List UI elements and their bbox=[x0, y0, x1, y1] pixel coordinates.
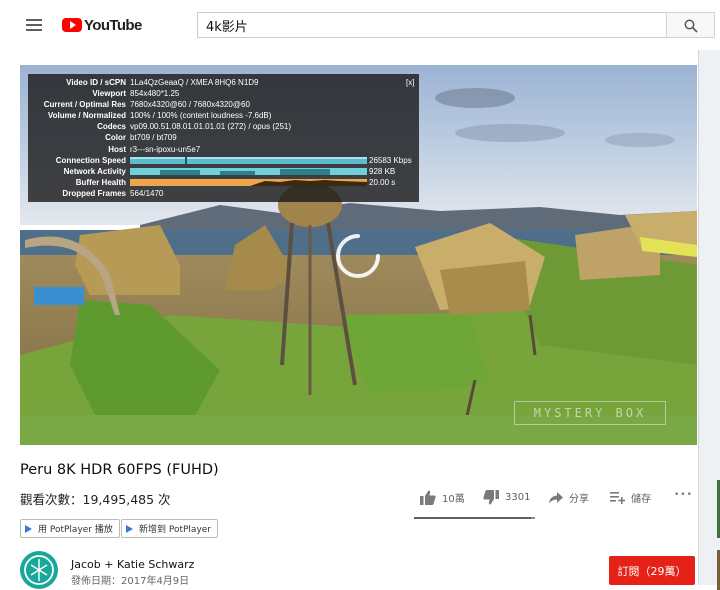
stats-label: Current / Optimal Res bbox=[43, 100, 126, 110]
play-with-potplayer-button[interactable]: 用 PotPlayer 播放 bbox=[20, 519, 120, 538]
add-to-potplayer-label: 新增到 PotPlayer bbox=[139, 525, 212, 535]
stats-value: vp09.00.51.08.01.01.01.01 (272) / opus (… bbox=[130, 122, 292, 132]
stats-label: Network Activity bbox=[63, 166, 126, 176]
stats-label: Video ID / sCPN bbox=[66, 78, 126, 87]
share-button[interactable]: 分享 bbox=[549, 490, 589, 505]
masthead: YouTube bbox=[0, 0, 720, 50]
stats-value: 564/1470 bbox=[130, 188, 164, 198]
more-actions-button[interactable]: ••• bbox=[674, 490, 693, 500]
search-input[interactable] bbox=[197, 12, 666, 38]
video-player[interactable]: [x] Video ID / sCPN 1La4QzGeaaQ / XMEA 8H… bbox=[20, 65, 697, 445]
play-triangle-icon bbox=[25, 524, 32, 533]
logo-text: YouTube bbox=[84, 16, 142, 34]
play-triangle-icon bbox=[126, 524, 133, 533]
more-icon: ••• bbox=[674, 490, 693, 500]
stats-value: 928 KB bbox=[369, 166, 396, 176]
save-label: 儲存 bbox=[631, 494, 651, 505]
thumbs-down-icon bbox=[483, 490, 499, 505]
youtube-logo[interactable]: YouTube bbox=[62, 14, 142, 36]
search-box bbox=[197, 12, 715, 38]
connection-speed-graph bbox=[130, 156, 367, 164]
channel-avatar[interactable] bbox=[20, 551, 58, 589]
hamburger-icon-bar bbox=[26, 29, 42, 31]
sentiment-bar-likes bbox=[414, 517, 532, 519]
stats-value: 854x480*1.25 bbox=[130, 89, 180, 99]
stats-label: Dropped Frames bbox=[62, 188, 126, 198]
stats-label: Buffer Health bbox=[75, 177, 126, 187]
youtube-play-icon bbox=[62, 18, 82, 32]
save-button[interactable]: 儲存 bbox=[610, 490, 651, 505]
stats-value: bt709 / bt709 bbox=[130, 133, 177, 143]
stats-row: Viewport 854x480*1.25 bbox=[28, 88, 419, 99]
stats-for-nerds-panel: [x] Video ID / sCPN 1La4QzGeaaQ / XMEA 8H… bbox=[28, 74, 419, 202]
like-count: 10萬 bbox=[442, 494, 465, 505]
search-icon bbox=[684, 19, 698, 33]
video-title: Peru 8K HDR 60FPS (FUHD) bbox=[20, 462, 219, 478]
stats-row: Host r3---sn-ipoxu-un5e7 bbox=[28, 144, 419, 155]
stats-value: 100% / 100% (content loudness -7.6dB) bbox=[130, 111, 272, 121]
add-to-playlist-icon bbox=[610, 491, 625, 504]
stats-row: Volume / Normalized 100% / 100% (content … bbox=[28, 110, 419, 121]
dislike-count: 3301 bbox=[505, 492, 531, 503]
stats-value: 1La4QzGeaaQ / XMEA 8HQ6 N1D9 bbox=[130, 78, 259, 87]
share-label: 分享 bbox=[569, 494, 589, 505]
sentiment-bar bbox=[414, 517, 535, 519]
hamburger-icon-bar bbox=[26, 24, 42, 26]
stats-label: Viewport bbox=[92, 89, 126, 99]
network-activity-graph bbox=[130, 167, 367, 175]
stats-row: Dropped Frames 564/1470 bbox=[28, 188, 419, 199]
guide-menu-button[interactable] bbox=[20, 12, 48, 38]
stats-row: Buffer Health 20.00 s bbox=[28, 177, 419, 188]
stats-label: Volume / Normalized bbox=[47, 111, 126, 121]
adjacent-window-edge bbox=[698, 50, 720, 590]
loading-spinner-icon bbox=[336, 234, 380, 278]
buffer-health-graph bbox=[130, 178, 367, 186]
channel-name[interactable]: Jacob + Katie Schwarz bbox=[71, 558, 194, 571]
stats-row: Video ID / sCPN 1La4QzGeaaQ / XMEA 8HQ6 N… bbox=[28, 77, 419, 88]
stats-row: Color bt709 / bt709 bbox=[28, 132, 419, 143]
share-icon bbox=[549, 491, 563, 503]
stats-label: Codecs bbox=[97, 122, 126, 132]
stats-row: Codecs vp09.00.51.08.01.01.01.01 (272) / … bbox=[28, 121, 419, 132]
stats-value: 26583 Kbps bbox=[369, 155, 412, 165]
like-button[interactable]: 10萬 bbox=[420, 490, 465, 505]
thumbs-up-icon bbox=[420, 490, 436, 505]
dislike-button[interactable]: 3301 bbox=[483, 490, 530, 505]
add-to-potplayer-button[interactable]: 新增到 PotPlayer bbox=[121, 519, 219, 538]
stats-row: Connection Speed 26583 Kbps bbox=[28, 155, 419, 166]
view-count: 觀看次數：19,495,485 次 bbox=[20, 492, 171, 507]
hamburger-icon bbox=[26, 19, 42, 21]
search-button[interactable] bbox=[666, 12, 715, 38]
stats-label: Connection Speed bbox=[55, 155, 126, 165]
channel-logo-icon bbox=[24, 555, 54, 585]
stats-value: r3---sn-ipoxu-un5e7 bbox=[130, 144, 201, 154]
stats-value: 20.00 s bbox=[369, 177, 396, 187]
play-with-potplayer-label: 用 PotPlayer 播放 bbox=[38, 525, 113, 535]
stats-row: Current / Optimal Res 7680x4320@60 / 7680… bbox=[28, 99, 419, 110]
stats-label: Color bbox=[105, 133, 126, 143]
stats-row: Network Activity 928 KB bbox=[28, 166, 419, 177]
video-watermark: MYSTERY BOX bbox=[514, 401, 666, 425]
stats-label: Host bbox=[108, 144, 126, 154]
stats-value: 7680x4320@60 / 7680x4320@60 bbox=[130, 100, 250, 110]
subscribe-button[interactable]: 訂閱（29萬） bbox=[609, 556, 695, 585]
